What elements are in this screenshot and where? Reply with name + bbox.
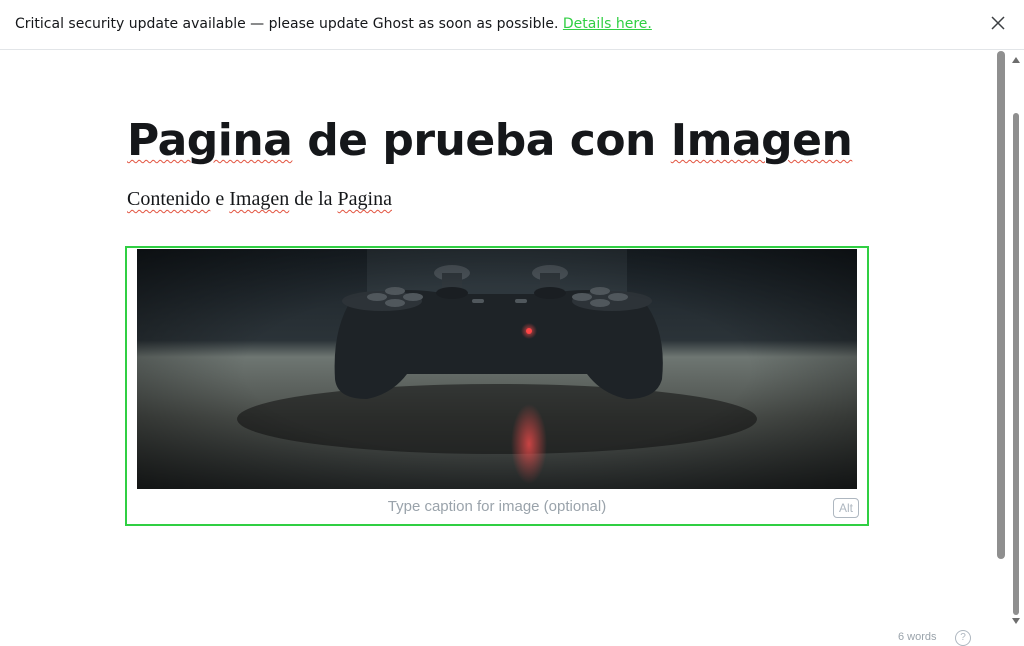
controller-photo [137, 249, 857, 489]
game-controller-image[interactable] [137, 249, 857, 489]
alt-text-button[interactable]: Alt [833, 498, 859, 518]
banner-message: Critical security update available — ple… [15, 16, 652, 32]
scrollbar-thumb[interactable] [1013, 113, 1019, 615]
title-word: Pagina [127, 115, 293, 166]
title-word: de [307, 115, 368, 166]
update-notification-banner: Critical security update available — ple… [0, 0, 1024, 50]
editor-scrollbar-thumb[interactable] [997, 51, 1005, 559]
help-icon[interactable]: ? [955, 630, 971, 646]
post-paragraph[interactable]: Contenido e Imagen de la Pagina [127, 188, 392, 211]
post-title[interactable]: Pagina de prueba con Imagen [127, 111, 853, 171]
details-link[interactable]: Details here. [563, 16, 652, 32]
editor-canvas[interactable]: Pagina de prueba con Imagen Contenido e … [0, 51, 996, 646]
paragraph-word: la [318, 188, 333, 210]
paragraph-word: Imagen [229, 188, 290, 210]
title-word: prueba [382, 115, 555, 166]
paragraph-word: de [294, 188, 314, 210]
scroll-up-icon[interactable] [1012, 57, 1020, 63]
banner-message-text: Critical security update available — ple… [15, 16, 559, 32]
paragraph-word: Pagina [337, 188, 392, 210]
title-word: Imagen [670, 115, 853, 166]
paragraph-word: e [215, 188, 225, 210]
paragraph-word: Contenido [127, 188, 211, 210]
title-word: con [569, 115, 657, 166]
image-card[interactable]: Type caption for image (optional) Alt [125, 246, 869, 526]
scroll-down-icon[interactable] [1012, 618, 1020, 624]
close-icon[interactable] [989, 14, 1007, 32]
image-caption-input[interactable]: Type caption for image (optional) [127, 498, 867, 515]
